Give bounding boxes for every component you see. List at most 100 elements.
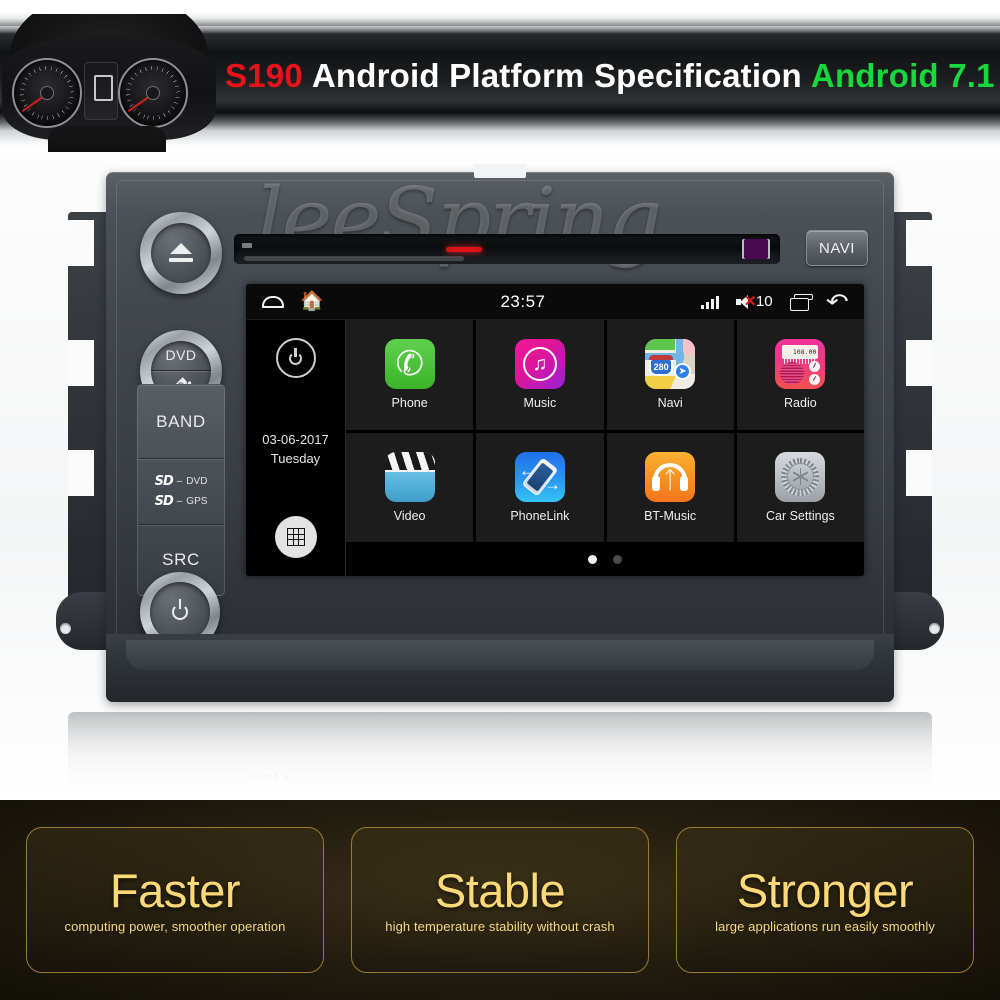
banner-heading: Android Platform Specification bbox=[311, 57, 802, 94]
sd-slot-dvd[interactable]: SD – DVD bbox=[155, 474, 208, 489]
screen-power-button[interactable] bbox=[275, 338, 316, 378]
sd-logo-icon: SD bbox=[154, 474, 174, 489]
volume-status[interactable]: ✕ 10 bbox=[735, 293, 773, 310]
map-route-shield: 280 bbox=[649, 355, 674, 377]
navi-button[interactable]: NAVI bbox=[806, 230, 868, 266]
feature-title: Faster bbox=[109, 863, 241, 917]
app-label: Navi bbox=[657, 396, 683, 411]
app-tile-phone[interactable]: Phone bbox=[346, 320, 474, 430]
bracket-notch bbox=[68, 220, 94, 266]
app-label: Radio bbox=[784, 396, 817, 411]
app-drawer-button[interactable] bbox=[274, 516, 317, 558]
product-stage: leeSpring NAVI DVD BAND SD – DVD SD – GP… bbox=[0, 152, 1000, 808]
side-rail: 03-06-2017 Tuesday bbox=[246, 320, 346, 576]
weekday-text: Tuesday bbox=[270, 451, 321, 466]
unit-shelf bbox=[126, 640, 874, 670]
volume-mute-icon: ✕ bbox=[735, 294, 756, 309]
feature-subtitle: large applications run easily smoothly bbox=[715, 919, 935, 935]
feature-title: Stronger bbox=[736, 863, 914, 917]
slot-chip bbox=[744, 239, 768, 259]
band-button[interactable]: BAND bbox=[138, 385, 224, 459]
car-dashboard-image bbox=[0, 14, 218, 152]
gauge-hub bbox=[40, 86, 54, 100]
app-tile-car-settings[interactable]: Car Settings bbox=[736, 432, 864, 542]
page-dot-active[interactable] bbox=[588, 554, 597, 564]
banner-title: S190 Android Platform Specification Andr… bbox=[225, 0, 1000, 152]
app-tile-video[interactable]: Video bbox=[346, 432, 474, 542]
sd-logo-icon: SD bbox=[154, 494, 174, 509]
bracket-screw-hole bbox=[60, 623, 71, 634]
app-tile-music[interactable]: ♫ Music bbox=[476, 320, 604, 430]
feature-title: Stable bbox=[434, 863, 566, 917]
house-icon[interactable]: 🏠 bbox=[300, 292, 324, 311]
app-tile-radio[interactable]: 108.00 Radio bbox=[736, 320, 864, 430]
headset-earcup-right bbox=[680, 475, 689, 491]
disc-tab bbox=[474, 164, 526, 178]
app-tile-bt-music[interactable]: ᛏ BT-Music bbox=[606, 432, 734, 542]
bracket-screw-hole bbox=[929, 623, 940, 634]
bracket-notch bbox=[68, 450, 94, 496]
power-icon bbox=[172, 599, 188, 620]
eject-triangle bbox=[169, 243, 192, 255]
sd-dash: – bbox=[176, 476, 183, 487]
eject-icon bbox=[168, 243, 193, 263]
page-dot[interactable] bbox=[613, 554, 622, 564]
map-highway bbox=[645, 376, 677, 390]
app-tile-phonelink[interactable]: ← → PhoneLink bbox=[476, 432, 604, 542]
nav-home-icon[interactable] bbox=[262, 295, 284, 308]
app-label: Music bbox=[523, 396, 557, 411]
feature-subtitle: computing power, smoother operation bbox=[64, 919, 286, 935]
slot-dots bbox=[242, 243, 252, 248]
back-icon[interactable]: ↶ bbox=[825, 290, 848, 313]
eject-button[interactable] bbox=[140, 212, 222, 294]
phone-link-icon: ← → bbox=[514, 451, 565, 502]
app-tile-navi[interactable]: 280 ➤ Navi bbox=[606, 320, 734, 430]
disc-slot[interactable] bbox=[234, 234, 780, 264]
sd-slot-label: DVD bbox=[186, 476, 208, 487]
function-button-column: BAND SD – DVD SD – GPS SRC bbox=[137, 384, 225, 596]
gear-icon bbox=[775, 451, 826, 502]
feature-card-faster: Faster computing power, smoother operati… bbox=[26, 827, 324, 973]
bluetooth-headset-icon: ᛏ bbox=[645, 451, 696, 502]
gear-hub bbox=[786, 463, 814, 491]
screen-body: 03-06-2017 Tuesday Phone bbox=[246, 320, 864, 576]
sd-slot-label: GPS bbox=[186, 496, 208, 507]
power-icon bbox=[289, 347, 302, 365]
unit-reflection: – VOL + bbox=[68, 712, 932, 808]
app-label: Car Settings bbox=[765, 508, 835, 523]
android-screen[interactable]: 🏠 23:57 ✕ 10 ↶ 03-06-2017 Tuesday ✆ Phon… bbox=[246, 284, 864, 576]
radio-frequency: 108.00 bbox=[792, 348, 817, 357]
bracket-notch bbox=[68, 340, 94, 386]
speedometer-gauge bbox=[118, 58, 188, 128]
map-location-marker: ➤ bbox=[674, 363, 692, 381]
header-banner: S190 Android Platform Specification Andr… bbox=[0, 0, 1000, 152]
bluetooth-glyph: ᛏ bbox=[662, 466, 678, 494]
map-park-area bbox=[645, 339, 676, 351]
dvd-button-label[interactable]: DVD bbox=[150, 341, 212, 371]
radio-speaker-grille bbox=[780, 362, 805, 385]
radio-knob bbox=[809, 361, 821, 373]
feature-card-stable: Stable high temperature stability withou… bbox=[351, 827, 649, 973]
music-note-glyph: ♫ bbox=[522, 347, 557, 382]
sd-dash: – bbox=[176, 496, 183, 507]
apps-area: Phone ♫ Music bbox=[346, 320, 864, 576]
radio-dial: 108.00 bbox=[782, 345, 819, 360]
banner-model: S190 bbox=[225, 57, 303, 94]
sd-slot-gps[interactable]: SD – GPS bbox=[155, 494, 208, 509]
unit-faceplate: leeSpring NAVI DVD BAND SD – DVD SD – GP… bbox=[106, 164, 894, 702]
recents-icon[interactable] bbox=[789, 294, 813, 311]
app-label: BT-Music bbox=[644, 508, 697, 523]
clapperboard-icon bbox=[384, 451, 435, 502]
cluster-display bbox=[84, 62, 118, 120]
steering-wheel bbox=[48, 126, 166, 152]
bracket-notch bbox=[906, 220, 932, 266]
arrow-right-icon: → bbox=[543, 474, 561, 494]
page-root: S190 Android Platform Specification Andr… bbox=[0, 0, 1000, 1000]
eject-button-face bbox=[150, 222, 212, 284]
bracket-notch bbox=[906, 340, 932, 386]
tachometer-gauge bbox=[12, 58, 82, 128]
app-grid: Phone ♫ Music bbox=[346, 320, 864, 542]
slot-led bbox=[446, 247, 482, 252]
eject-bar bbox=[168, 258, 193, 263]
status-bar: 🏠 23:57 ✕ 10 ↶ bbox=[246, 284, 864, 320]
